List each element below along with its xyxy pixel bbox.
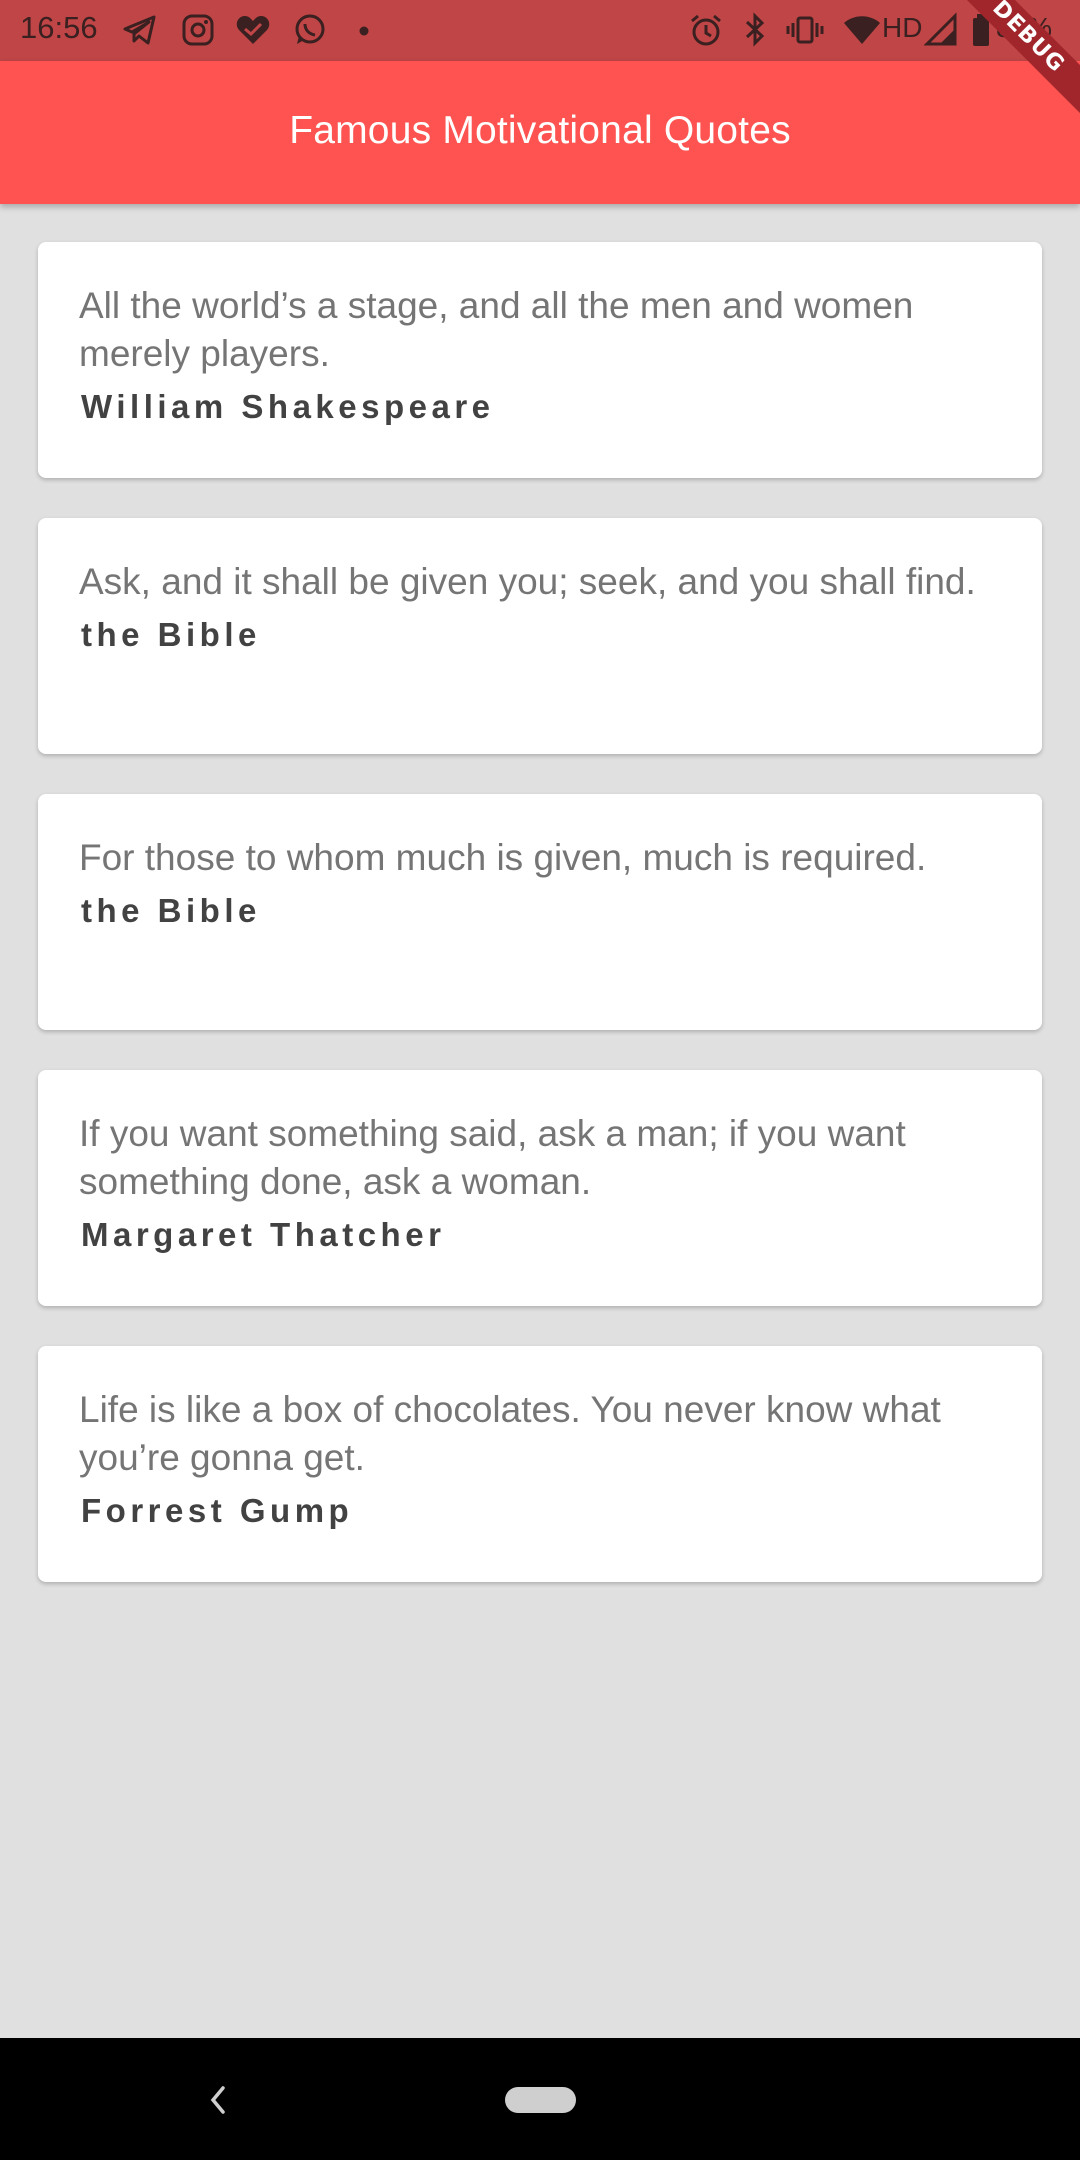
quote-author: Forrest Gump: [81, 1492, 354, 1529]
quote-text: All the world’s a stage, and all the men…: [79, 285, 914, 374]
vibrate-icon: [785, 12, 824, 48]
quote-text: Life is like a box of chocolates. You ne…: [79, 1389, 941, 1478]
app-title: Famous Motivational Quotes: [289, 109, 791, 152]
quote-author: William Shakespeare: [81, 388, 495, 425]
dot-icon: [356, 12, 392, 48]
quote-text: If you want something said, ask a man; i…: [79, 1113, 906, 1202]
app-bar: Famous Motivational Quotes: [0, 61, 1080, 204]
status-bar: 16:56 HD 87%: [0, 0, 1080, 61]
quote-author: Margaret Thatcher: [81, 1216, 446, 1253]
quote-list: All the world’s a stage, and all the men…: [38, 242, 1042, 1622]
network-type: HD: [882, 12, 923, 43]
whatsapp-icon: [291, 12, 327, 48]
quote-author: the Bible: [81, 616, 261, 653]
quote-text: Ask, and it shall be given you; seek, an…: [79, 561, 976, 602]
telegram-icon: [122, 12, 158, 48]
signal-icon: [923, 12, 960, 48]
back-chevron-icon[interactable]: [203, 2080, 233, 2120]
quote-card: Life is like a box of chocolates. You ne…: [38, 1346, 1042, 1582]
alarm-icon: [688, 12, 724, 48]
heart-check-icon: [234, 12, 270, 48]
quote-card: All the world’s a stage, and all the men…: [38, 242, 1042, 478]
instagram-icon: [180, 12, 216, 48]
bluetooth-icon: [740, 12, 776, 48]
quote-card: For those to whom much is given, much is…: [38, 794, 1042, 1030]
quote-card: If you want something said, ask a man; i…: [38, 1070, 1042, 1306]
quote-card: Ask, and it shall be given you; seek, an…: [38, 518, 1042, 754]
home-pill-icon[interactable]: [505, 2087, 576, 2113]
quote-text: For those to whom much is given, much is…: [79, 837, 927, 878]
navigation-bar: [0, 2038, 1080, 2160]
wifi-icon: [842, 12, 880, 48]
quote-author: the Bible: [81, 892, 261, 929]
status-time: 16:56: [20, 10, 98, 45]
